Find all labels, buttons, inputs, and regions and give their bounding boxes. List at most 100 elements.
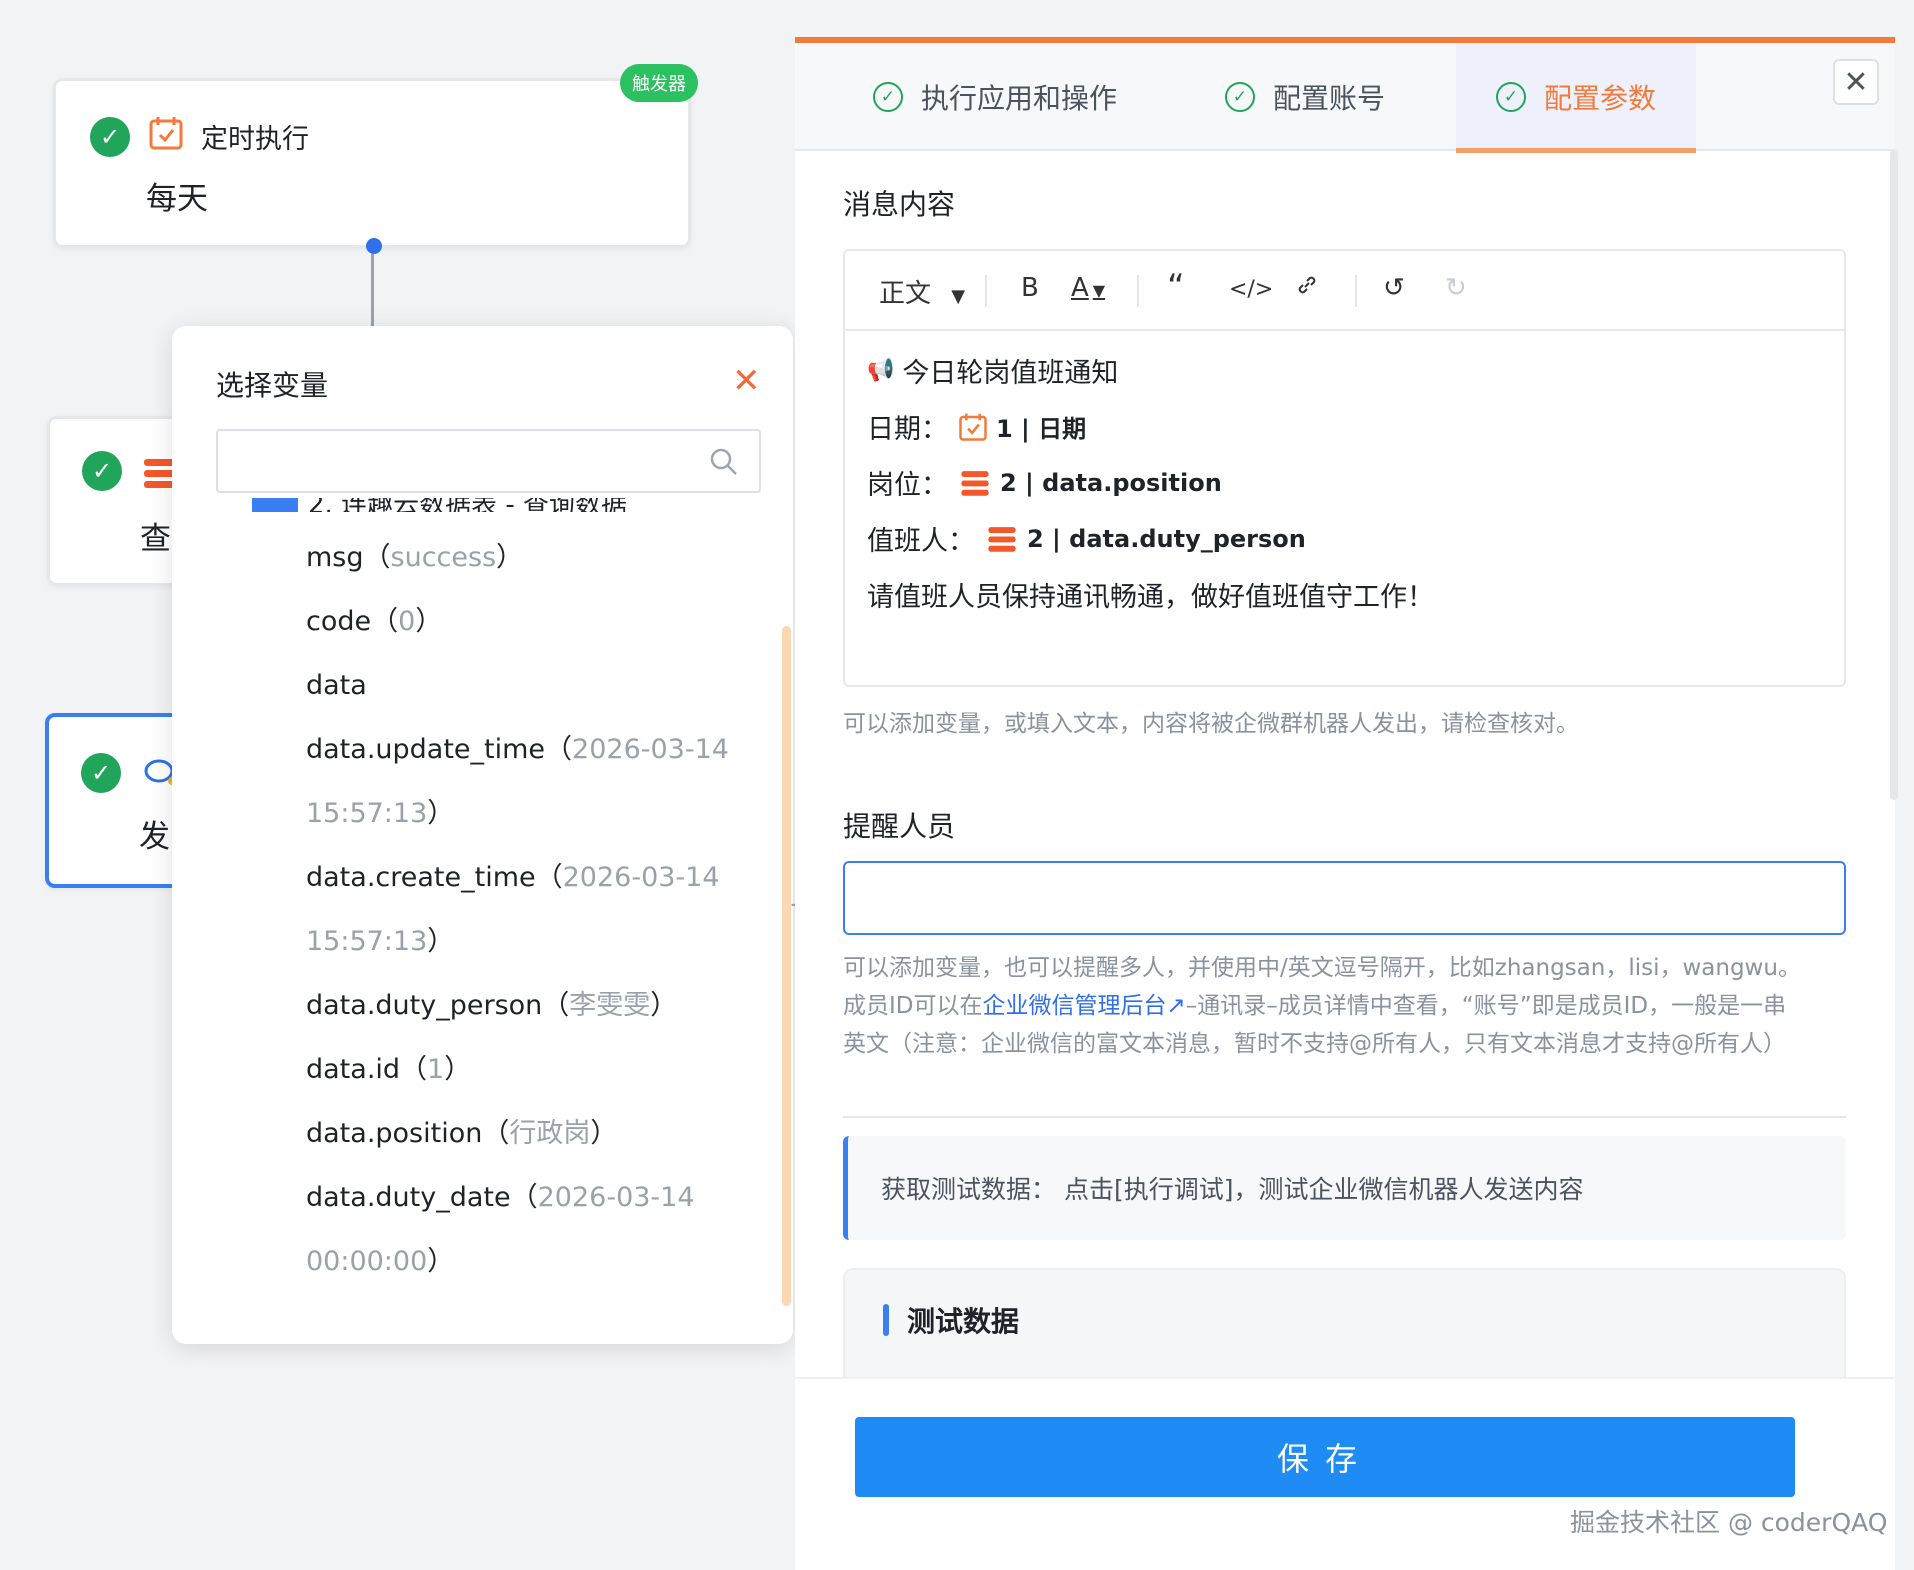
content-line-date: 日期： 1 | 日期 xyxy=(867,407,1086,446)
tab-params[interactable]: ✓ 配置参数 xyxy=(1456,43,1697,153)
content-line-closing: 请值班人员保持通讯畅通，做好值班值守工作！ xyxy=(867,582,1434,613)
variable-tag-date[interactable]: 1 | 日期 xyxy=(958,409,1086,444)
message-hint: 可以添加变量，或填入文本，内容将被企微群机器人发出，请检查核对。 xyxy=(843,711,1579,737)
duty-label: 值班人： xyxy=(867,526,975,557)
content-line-duty: 值班人： 2 | data.duty_person xyxy=(867,519,1306,558)
redo-button[interactable]: ↻ xyxy=(1445,273,1467,303)
content-line-position: 岗位： 2 | data.position xyxy=(867,463,1222,502)
paragraph-style-select[interactable]: 正文 ▼ xyxy=(879,273,965,310)
step-tabs: ✓ 执行应用和操作 ✓ 配置账号 ✓ 配置参数 xyxy=(795,43,1895,153)
remind-hint-line-3: 英文（注意：企业微信的富文本消息，暂时不支持@所有人，只有文本消息才支持@所有人… xyxy=(843,1031,1786,1057)
remind-members-input[interactable] xyxy=(843,861,1846,935)
variable-item[interactable]: data.id（1） xyxy=(306,1038,756,1102)
remind-hint-line-1: 可以添加变量，也可以提醒多人，并使用中/英文逗号隔开，比如zhangsan，li… xyxy=(843,955,1801,981)
save-button[interactable]: 保存 xyxy=(855,1417,1795,1497)
bold-button[interactable]: B xyxy=(1021,273,1039,303)
notice-title: 今日轮岗值班通知 xyxy=(902,358,1119,389)
variable-tag-position[interactable]: 2 | data.position xyxy=(958,466,1222,500)
variable-search-input[interactable] xyxy=(216,429,761,493)
search-icon xyxy=(709,447,739,481)
variable-item[interactable]: msg（success） xyxy=(306,526,756,590)
undo-button[interactable]: ↺ xyxy=(1383,273,1405,303)
variable-item[interactable]: data.update_time（2026-03-14 15:57:13） xyxy=(306,718,756,846)
content-line-title: 📢 今日轮岗值班通知 xyxy=(867,351,1118,390)
variable-key: data.duty_date xyxy=(306,1182,511,1213)
connector-line xyxy=(371,254,374,334)
close-icon[interactable]: ✕ xyxy=(732,364,761,398)
toolbar-divider xyxy=(1137,275,1139,307)
variable-key: data.duty_person xyxy=(306,990,543,1021)
section-bar xyxy=(883,1304,889,1336)
link-icon[interactable] xyxy=(1295,273,1319,303)
check-circle-icon: ✓ xyxy=(1225,82,1255,112)
code-button[interactable]: </> xyxy=(1229,277,1273,302)
toolbar-divider xyxy=(985,275,987,307)
panel-footer: 保存 xyxy=(795,1377,1895,1570)
node-subtitle: 每天 xyxy=(146,181,208,217)
scrollbar[interactable] xyxy=(782,626,791,1306)
divider xyxy=(843,1116,1846,1118)
font-color-button[interactable]: A ▼ xyxy=(1071,273,1105,303)
test-data-title: 测试数据 xyxy=(907,1305,1020,1338)
tab-label: 配置账号 xyxy=(1273,82,1386,115)
success-check-icon: ✓ xyxy=(81,753,121,793)
remind-hint-line-2: 成员ID可以在企业微信管理后台↗–通讯录–成员详情中查看，“账号”即是成员ID，… xyxy=(843,993,1787,1019)
variable-item[interactable]: data.duty_person（李雯雯） xyxy=(306,974,756,1038)
variable-key: data.update_time xyxy=(306,734,546,765)
megaphone-icon: 📢 xyxy=(867,358,895,383)
check-circle-icon: ✓ xyxy=(1496,82,1526,112)
node-subtitle: 发 xyxy=(139,819,170,855)
variable-tag-duty-person[interactable]: 2 | data.duty_person xyxy=(985,522,1306,556)
test-tip-box: 获取测试数据： 点击[执行调试]，测试企业微信机器人发送内容 xyxy=(843,1136,1846,1240)
success-check-icon: ✓ xyxy=(90,117,130,157)
variable-key: data.id xyxy=(306,1054,401,1085)
close-icon[interactable]: ✕ xyxy=(1833,59,1879,105)
node-title: 定时执行 xyxy=(201,124,309,155)
variable-sample-value: 行政岗 xyxy=(509,1118,591,1149)
variable-group-header[interactable]: 2. 连趣云数据表 - 查询数据 xyxy=(252,498,652,512)
wecom-admin-link[interactable]: 企业微信管理后台 xyxy=(983,993,1167,1019)
variable-item[interactable]: code（0） xyxy=(306,590,756,654)
data-table-icon xyxy=(961,470,989,496)
group-icon xyxy=(252,498,298,512)
variable-key: data.position xyxy=(306,1118,483,1149)
trigger-badge: 触发器 xyxy=(620,64,698,102)
variable-picker: 选择变量 ✕ 2. 连趣云数据表 - 查询数据 msg（success）code… xyxy=(172,326,793,1344)
node-subtitle: 查 xyxy=(140,521,171,557)
position-label: 岗位： xyxy=(867,470,948,501)
variable-sample-value: 1 xyxy=(427,1054,445,1085)
variable-list: msg（success） code（0） data data.update_time（… xyxy=(306,526,756,1294)
editor-toolbar: 正文 ▼ B A ▼ “ </> ↺ ↻ xyxy=(845,251,1844,331)
panel-scrollbar[interactable] xyxy=(1890,150,1898,800)
variable-item[interactable]: data.create_time（2026-03-14 15:57:13） xyxy=(306,846,756,974)
calendar-icon xyxy=(959,413,987,441)
external-link-icon: ↗ xyxy=(1166,993,1186,1019)
variable-item[interactable]: data xyxy=(306,654,756,718)
variable-sample-value: success xyxy=(390,542,497,573)
variable-key: data xyxy=(306,670,367,701)
trigger-node-schedule[interactable]: ✓ 定时执行 每天 xyxy=(53,78,691,248)
toolbar-divider xyxy=(1355,275,1357,307)
date-label: 日期： xyxy=(867,414,948,445)
check-circle-icon: ✓ xyxy=(873,82,903,112)
success-check-icon: ✓ xyxy=(82,451,122,491)
connector-port[interactable] xyxy=(366,238,382,254)
data-table-icon xyxy=(988,526,1016,552)
remind-label: 提醒人员 xyxy=(843,810,956,843)
tab-account[interactable]: ✓ 配置账号 xyxy=(1225,43,1385,151)
quote-button[interactable]: “ xyxy=(1167,267,1185,307)
tab-label: 执行应用和操作 xyxy=(921,82,1118,115)
variable-item[interactable]: data.duty_date（2026-03-14 00:00:00） xyxy=(306,1166,756,1294)
variable-item[interactable]: data.position（行政岗） xyxy=(306,1102,756,1166)
tab-label: 配置参数 xyxy=(1544,82,1657,115)
tab-app-action[interactable]: ✓ 执行应用和操作 xyxy=(873,43,1117,151)
variable-key: code xyxy=(306,606,372,637)
calendar-icon xyxy=(148,115,184,155)
message-content-label: 消息内容 xyxy=(843,188,956,221)
variable-sample-value: 0 xyxy=(398,606,416,637)
remind-hint: 可以添加变量，也可以提醒多人，并使用中/英文逗号隔开，比如zhangsan，li… xyxy=(843,949,1853,1063)
picker-title: 选择变量 xyxy=(216,369,329,402)
variable-sample-value: 李雯雯 xyxy=(569,990,651,1021)
variable-key: msg xyxy=(306,542,364,573)
rich-text-editor[interactable]: 正文 ▼ B A ▼ “ </> ↺ ↻ 📢 今日轮岗值班通知 日期： 1 | … xyxy=(843,249,1846,687)
